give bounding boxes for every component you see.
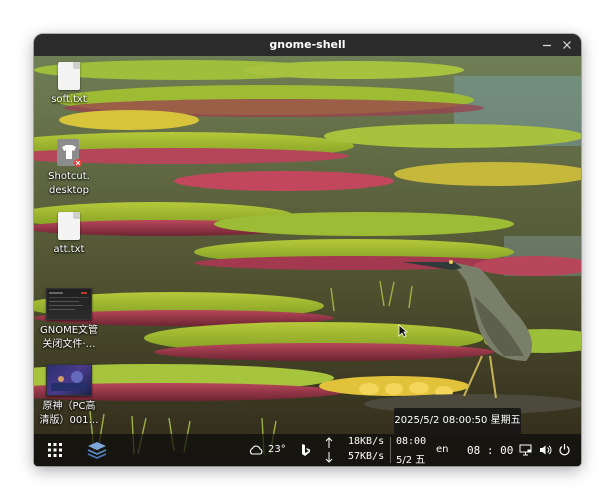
desktop-file-label: 原神（PC高 清版）001… [39, 401, 99, 426]
power-icon[interactable] [558, 443, 571, 456]
display-settings-icon[interactable] [519, 444, 532, 456]
clock-time-small[interactable]: 08:00 [396, 436, 426, 447]
close-icon[interactable] [559, 37, 575, 53]
desktop-file-gnome-screenshot[interactable]: GNOME文管 关闭文件·… [34, 288, 104, 352]
gnome-shell-window: gnome-shell soft.txt Shotcut. desktop at… [34, 34, 581, 466]
window-title: gnome-shell [269, 38, 346, 51]
network-download-speed: 57KB/s [348, 451, 385, 462]
clock-time[interactable]: 08 : 00 [467, 444, 513, 457]
desktop-area[interactable]: soft.txt Shotcut. desktop att.txt GNOME文… [34, 56, 581, 466]
wallpaper-image [34, 56, 581, 466]
bing-icon[interactable] [301, 443, 311, 457]
image-thumbnail-icon [46, 288, 92, 320]
desktop-file-att-txt[interactable]: att.txt [34, 212, 104, 257]
network-upload-speed: 18KB/s [348, 436, 385, 447]
input-method-indicator[interactable]: en [436, 444, 449, 455]
text-file-icon [58, 62, 80, 90]
desktop-file-label: Shotcut. desktop [48, 171, 90, 196]
desktop-file-label: GNOME文管 关闭文件·… [39, 325, 99, 350]
desktop-launcher-icon [57, 139, 82, 167]
volume-icon[interactable] [539, 444, 552, 456]
window-titlebar[interactable]: gnome-shell [34, 34, 581, 56]
desktop-file-soft-txt[interactable]: soft.txt [34, 62, 104, 107]
network-updown-icon [325, 437, 333, 463]
workspace-stack-icon[interactable] [86, 440, 108, 460]
desktop-file-shotcut-desktop[interactable]: Shotcut. desktop [34, 138, 104, 198]
desktop-file-label: soft.txt [51, 94, 87, 105]
weather-temperature[interactable]: 23° [268, 444, 286, 455]
panel-separator [390, 437, 391, 463]
app-grid-icon[interactable] [48, 443, 62, 457]
mouse-cursor-icon [398, 324, 408, 338]
datetime-tooltip: 2025/5/2 08:00:50 星期五 [394, 408, 521, 434]
text-file-icon [58, 212, 80, 240]
desktop-file-label: att.txt [53, 244, 85, 255]
desktop-file-genshin-screenshot[interactable]: 原神（PC高 清版）001… [34, 364, 104, 428]
minimize-icon[interactable] [539, 37, 555, 53]
image-thumbnail-icon [46, 364, 92, 396]
bottom-panel: 23° 18KB/s 57KB/s 08:00 5/2 五 en 08 : 00 [34, 434, 581, 466]
weather-cloud-icon[interactable] [249, 445, 263, 455]
clock-date-small[interactable]: 5/2 五 [396, 451, 425, 466]
